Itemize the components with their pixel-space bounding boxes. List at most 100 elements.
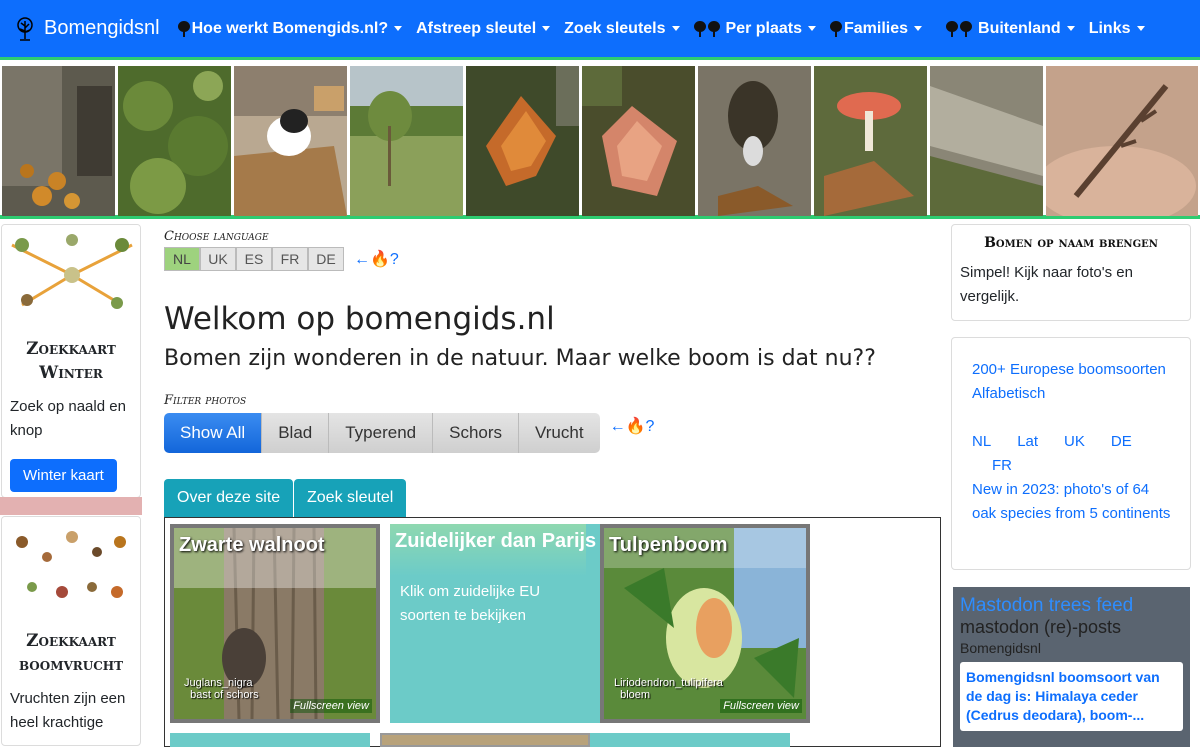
nav-zoek-sleutels[interactable]: Zoek sleutels xyxy=(564,19,680,38)
link-de[interactable]: DE xyxy=(1111,430,1132,454)
tree-icon xyxy=(830,20,842,37)
tile-grid: Zwarte walnoot Juglans_nigra bast of sch… xyxy=(164,517,941,747)
brand-name: Bomengidsnl xyxy=(44,17,160,39)
language-selector: NL UK ES FR DE ←🔥? xyxy=(164,247,399,271)
oak-species-link[interactable]: New in 2023: photo's of 64 oak species f… xyxy=(972,478,1177,526)
nav-buitenland[interactable]: Buitenland xyxy=(946,20,1075,38)
tile-zwarte-walnoot[interactable]: Zwarte walnoot Juglans_nigra bast of sch… xyxy=(170,524,380,723)
fruit-card-title: Zoekkaart boomvrucht xyxy=(2,629,140,677)
mastodon-feed-title[interactable]: Mastodon trees feed xyxy=(960,595,1183,617)
photo-strip xyxy=(0,63,1200,219)
fruit-card: Zoekkaart boomvrucht Vruchten zijn een he… xyxy=(1,516,141,746)
link-lat[interactable]: Lat xyxy=(1017,430,1038,454)
photo-oak-leaves[interactable] xyxy=(582,66,695,216)
photo-field[interactable] xyxy=(350,66,463,216)
photo-autumn-leaf[interactable] xyxy=(466,66,579,216)
winter-card: Zoekkaart Winter Zoek op naald en knop Wi… xyxy=(1,224,141,498)
filter-vrucht[interactable]: Vrucht xyxy=(519,413,600,453)
tile-caption: Liriodendron_tulipifera bloem xyxy=(614,677,723,701)
caret-down-icon xyxy=(671,26,680,31)
tree-icon xyxy=(177,20,190,37)
winter-map-thumbnail[interactable] xyxy=(2,225,140,320)
fullscreen-link[interactable]: Fullscreen view xyxy=(720,699,802,713)
nav-families[interactable]: Families xyxy=(830,20,923,38)
photo-cat-box[interactable] xyxy=(234,66,347,216)
caret-down-icon xyxy=(1066,26,1075,31)
photo-moss[interactable] xyxy=(118,66,231,216)
choose-language-label: Choose language xyxy=(164,229,269,244)
mastodon-user: Bomengidsnl xyxy=(960,640,1041,656)
tile-partial[interactable] xyxy=(170,733,370,747)
nav-label: Afstreep sleutel xyxy=(416,19,537,37)
nav-afstreep-sleutel[interactable]: Afstreep sleutel xyxy=(416,19,551,38)
filter-help-icon[interactable]: ←🔥? xyxy=(610,416,655,436)
species-links-card: 200+ Europese boomsoorten Alfabetisch NL… xyxy=(951,337,1191,570)
winter-card-title: Zoekkaart Winter xyxy=(2,337,140,385)
tile-title: Zwarte walnoot xyxy=(179,534,325,556)
tab-over-deze-site[interactable]: Over deze site xyxy=(164,479,294,517)
tile-title: Zuidelijker dan Parijs xyxy=(395,530,597,552)
photo-tree-hole[interactable] xyxy=(698,66,811,216)
nav-label: Zoek sleutels xyxy=(564,19,666,37)
tile-text: Klik om zuidelijke EU soorten te bekijke… xyxy=(400,583,541,624)
lang-nl[interactable]: NL xyxy=(164,247,200,271)
tile-partial[interactable] xyxy=(590,733,790,747)
title-line: Winter xyxy=(39,363,103,383)
card-text: Simpel! Kijk naar foto's en vergelijk. xyxy=(960,264,1133,305)
language-help-icon[interactable]: ←🔥? xyxy=(354,249,399,269)
tile-zuidelijker[interactable]: Zuidelijker dan Parijs Klik om zuidelijk… xyxy=(390,524,600,723)
filter-schors[interactable]: Schors xyxy=(433,413,520,453)
alphabetical-species-link[interactable]: 200+ Europese boomsoorten Alfabetisch xyxy=(972,358,1172,406)
filter-blad[interactable]: Blad xyxy=(262,413,330,453)
tree-icon xyxy=(960,20,973,37)
filter-show-all[interactable]: Show All xyxy=(164,413,263,453)
filter-typerend[interactable]: Typerend xyxy=(329,413,434,453)
top-navbar: Bomengidsnl Hoe werkt Bomengids.nl? Afst… xyxy=(0,0,1200,60)
winter-card-text: Zoek op naald en knop xyxy=(10,398,126,439)
link-fr[interactable]: FR xyxy=(992,454,1172,478)
tile-partial[interactable] xyxy=(380,733,590,747)
nav-label: Per plaats xyxy=(725,19,802,37)
tile-title: Tulpenboom xyxy=(609,534,728,556)
photo-mushrooms[interactable] xyxy=(2,66,115,216)
photo-log[interactable] xyxy=(930,66,1043,216)
brand-link[interactable]: Bomengidsnl xyxy=(14,16,160,41)
tree-logo-icon xyxy=(17,16,33,41)
tile-caption: Juglans_nigra bast of schors xyxy=(184,677,259,701)
nav-hoe-werkt[interactable]: Hoe werkt Bomengids.nl? xyxy=(177,19,403,38)
lang-fr[interactable]: FR xyxy=(272,247,308,271)
caption-line: Juglans_nigra xyxy=(184,677,253,689)
species-language-links: NL Lat UK DE FR xyxy=(972,430,1172,478)
caption-line: bloem xyxy=(620,689,651,701)
tree-icon xyxy=(946,20,959,37)
caret-down-icon xyxy=(1136,26,1145,31)
mastodon-post[interactable]: Bomengidsnl boomsoort van de dag is: Him… xyxy=(960,662,1183,731)
tab-zoek-sleutel[interactable]: Zoek sleutel xyxy=(294,479,407,517)
filter-photos-label: Filter photos xyxy=(164,393,247,408)
nav-label: Hoe werkt Bomengids.nl? xyxy=(191,19,389,37)
divider-bar xyxy=(0,497,142,515)
fullscreen-link[interactable]: Fullscreen view xyxy=(290,699,372,713)
nav-per-plaats[interactable]: Per plaats xyxy=(693,19,816,38)
lang-de[interactable]: DE xyxy=(308,247,344,271)
nav-label: Buitenland xyxy=(978,19,1061,37)
page-title: Welkom op bomengids.nl xyxy=(164,301,555,337)
nav-links[interactable]: Links xyxy=(1089,20,1145,38)
bomen-op-naam-card: Bomen op naam brengen Simpel! Kijk naar … xyxy=(951,224,1191,321)
link-nl[interactable]: NL xyxy=(972,430,991,454)
lang-uk[interactable]: UK xyxy=(200,247,236,271)
winter-map-button[interactable]: Winter kaart xyxy=(10,459,117,492)
photo-twig-hand[interactable] xyxy=(1046,66,1198,216)
mastodon-feed-subtitle: mastodon (re)-posts xyxy=(960,617,1122,637)
fruit-map-thumbnail[interactable] xyxy=(2,517,140,612)
nav-label: Links xyxy=(1088,19,1131,37)
photo-red-mushroom[interactable] xyxy=(814,66,927,216)
page-subtitle: Bomen zijn wonderen in de natuur. Maar w… xyxy=(164,346,876,371)
lang-es[interactable]: ES xyxy=(236,247,272,271)
title-line: boomvrucht xyxy=(18,655,124,675)
caret-down-icon xyxy=(542,26,551,31)
caret-down-icon xyxy=(914,26,923,31)
tile-tulpenboom[interactable]: Tulpenboom Liriodendron_tulipifera bloem… xyxy=(600,524,810,723)
card-title: Bomen op naam brengen xyxy=(984,235,1158,251)
link-uk[interactable]: UK xyxy=(1064,430,1085,454)
